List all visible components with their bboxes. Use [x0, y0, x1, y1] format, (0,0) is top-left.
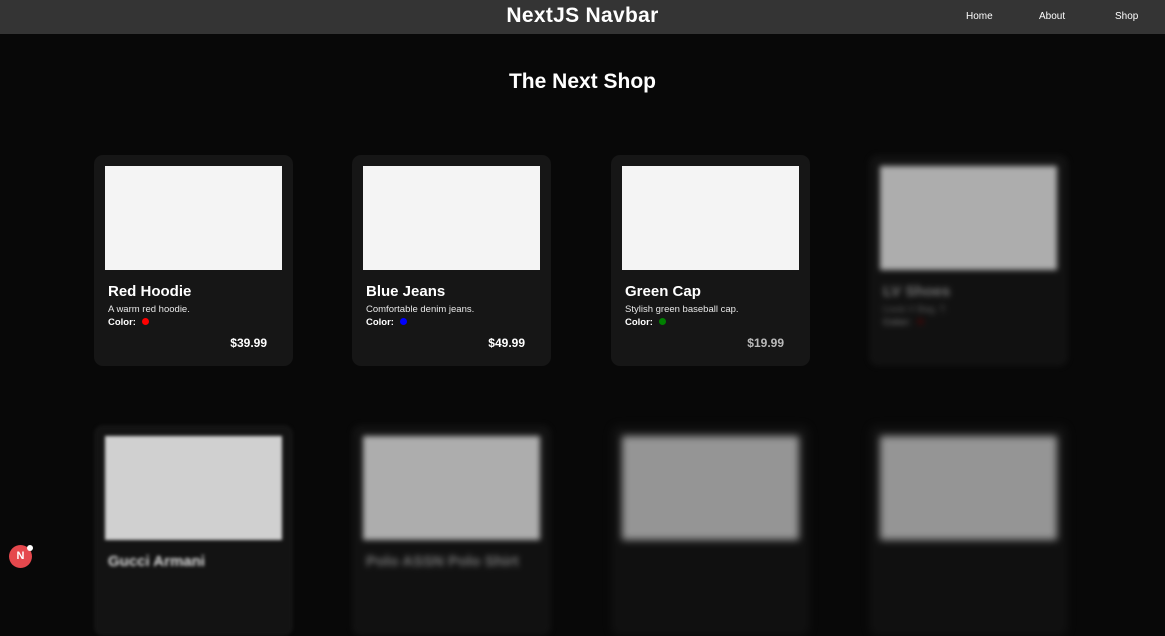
product-image [880, 166, 1057, 270]
color-label: Color: [366, 317, 394, 328]
color-swatch [399, 318, 407, 325]
color-swatch [916, 318, 924, 325]
product-card[interactable] [869, 425, 1068, 636]
product-color: Color: [108, 317, 149, 328]
color-label: Color: [883, 317, 911, 328]
product-color: Color: [625, 317, 666, 328]
product-image [105, 436, 282, 540]
product-price: $39.99 [230, 336, 267, 350]
product-name: Blue Jeans [366, 283, 446, 300]
product-card[interactable]: Polo ASSN Polo Shirt [352, 425, 551, 636]
product-name: LV Shoes [883, 283, 951, 300]
product-grid: Red Hoodie A warm red hoodie. Color: $39… [0, 0, 1165, 636]
dev-badge-dot [27, 545, 33, 551]
product-image [363, 436, 540, 540]
product-name: Polo ASSN Polo Shirt [366, 553, 519, 570]
product-description: Louis V Bag, T. [883, 304, 947, 315]
product-image [880, 436, 1057, 540]
product-image [622, 166, 799, 270]
product-card[interactable]: Blue Jeans Comfortable denim jeans. Colo… [352, 155, 551, 366]
product-image [105, 166, 282, 270]
product-name: Red Hoodie [108, 283, 192, 300]
product-name: Green Cap [625, 283, 701, 300]
nextjs-dev-indicator-icon[interactable]: N [9, 545, 33, 568]
color-label: Color: [625, 317, 653, 328]
product-card[interactable]: Red Hoodie A warm red hoodie. Color: $39… [94, 155, 293, 366]
product-price: $49.99 [488, 336, 525, 350]
product-description: Stylish green baseball cap. [625, 304, 739, 315]
color-swatch [658, 318, 666, 325]
product-color: Color: [883, 317, 924, 328]
color-label: Color: [108, 317, 136, 328]
product-image [622, 436, 799, 540]
product-card[interactable]: LV Shoes Louis V Bag, T. Color: [869, 155, 1068, 366]
product-name: Gucci Armani [108, 553, 205, 570]
product-card[interactable] [611, 425, 810, 636]
product-price: $19.99 [747, 336, 784, 350]
product-color: Color: [366, 317, 407, 328]
product-description: A warm red hoodie. [108, 304, 190, 315]
product-card[interactable]: Gucci Armani [94, 425, 293, 636]
product-image [363, 166, 540, 270]
product-card[interactable]: Green Cap Stylish green baseball cap. Co… [611, 155, 810, 366]
color-swatch [141, 318, 149, 325]
dev-badge-letter: N [16, 550, 25, 562]
product-description: Comfortable denim jeans. [366, 304, 475, 315]
